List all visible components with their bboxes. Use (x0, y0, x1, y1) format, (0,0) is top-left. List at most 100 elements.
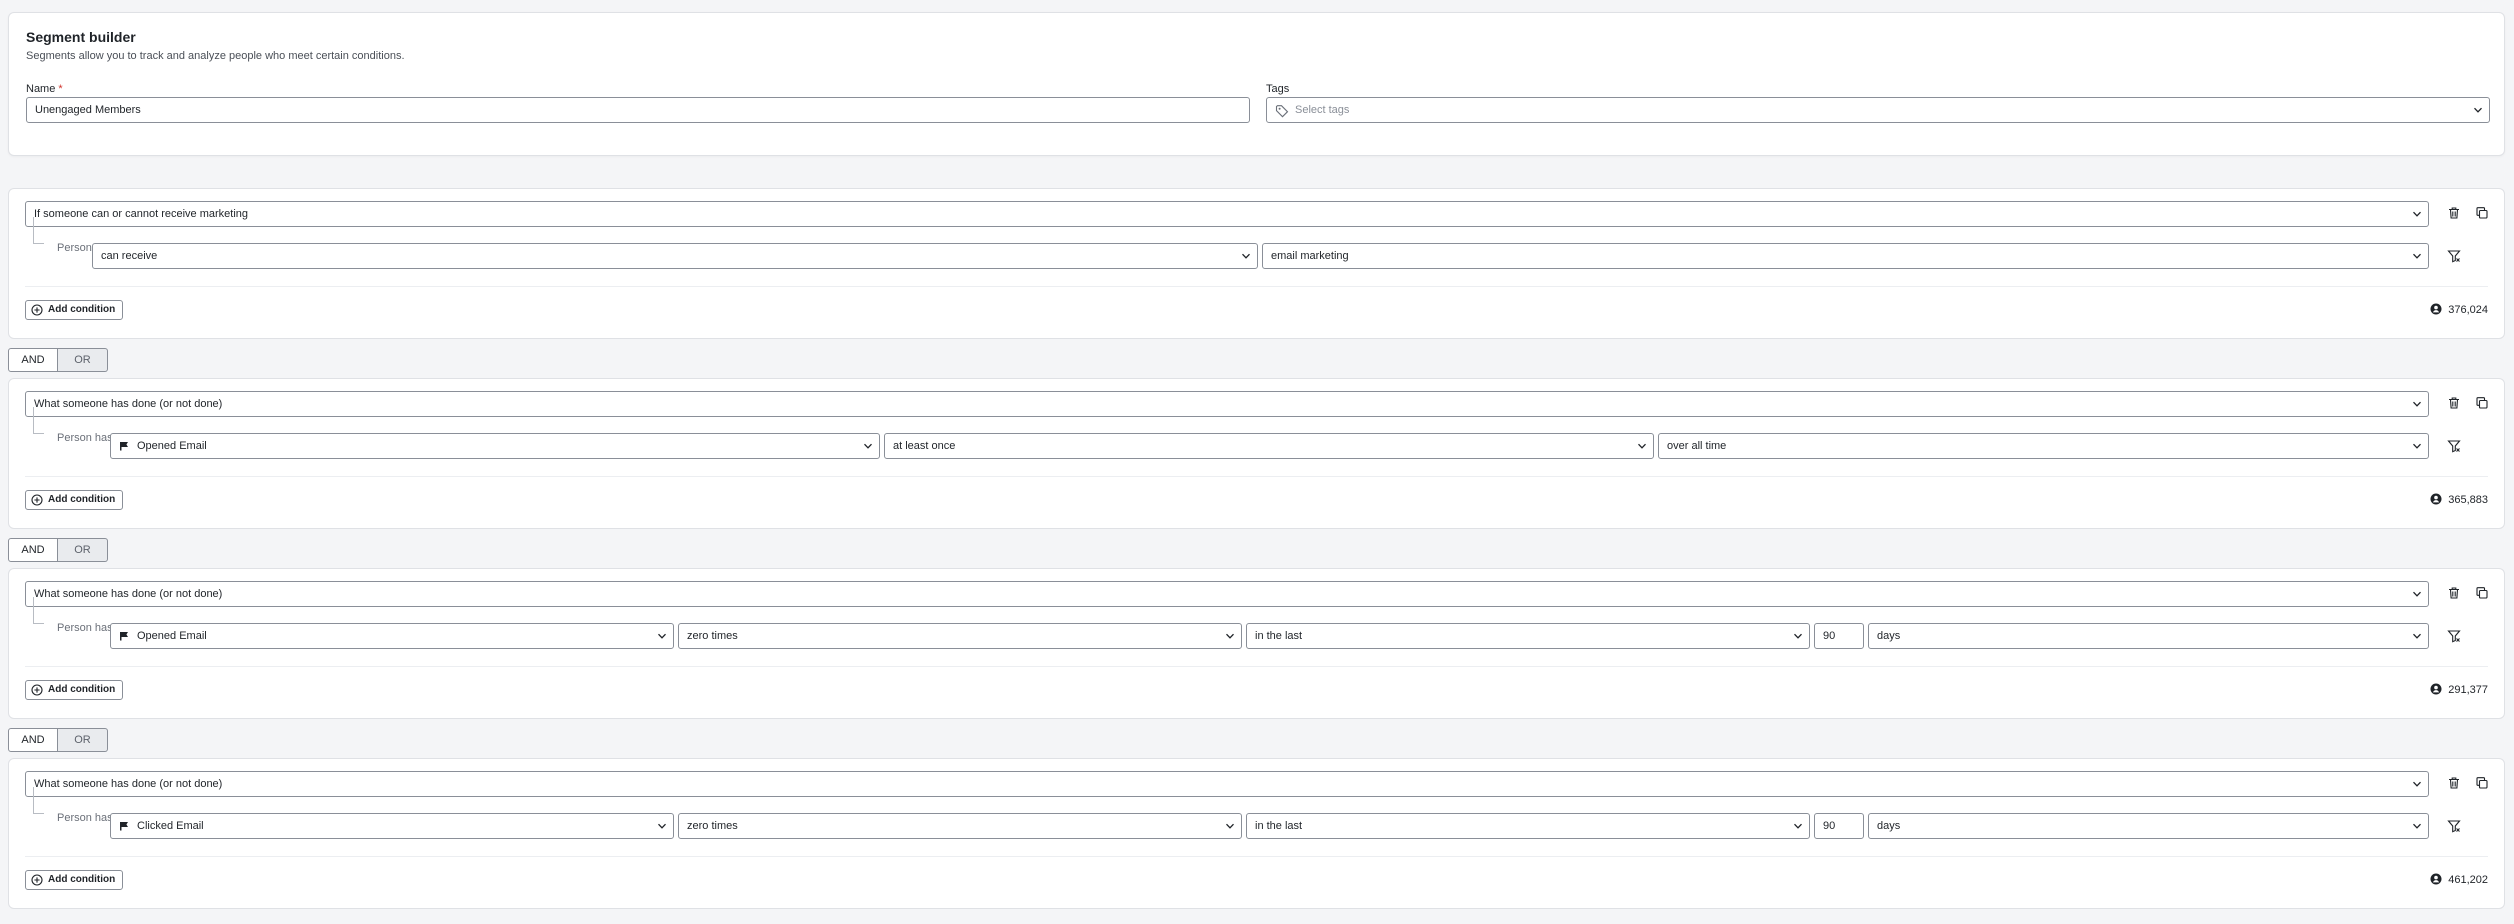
member-count: 461,202 (2430, 873, 2488, 886)
group-type-select[interactable]: What someone has done (or not done) (25, 581, 2429, 607)
divider (25, 286, 2488, 287)
row-label: Person has (57, 622, 113, 634)
and-button[interactable]: AND (8, 728, 58, 752)
chevron-down-icon (1793, 821, 1803, 831)
and-button[interactable]: AND (8, 538, 58, 562)
tree-connector (33, 217, 44, 244)
and-button[interactable]: AND (8, 348, 58, 372)
tree-connector (33, 787, 44, 814)
filter-icon[interactable] (2447, 819, 2461, 833)
filter-icon[interactable] (2447, 629, 2461, 643)
condition-group-1: If someone can or cannot receive marketi… (8, 188, 2505, 339)
chevron-down-icon (1793, 631, 1803, 641)
chevron-down-icon (1225, 821, 1235, 831)
tag-icon (1275, 104, 1289, 118)
row-label: Person has (57, 432, 113, 444)
tree-connector (33, 407, 44, 434)
trash-icon[interactable] (2447, 586, 2461, 600)
metric-select[interactable]: Clicked Email (110, 813, 674, 839)
timeframe-select[interactable]: in the last (1246, 813, 1810, 839)
and-or-toggle-3: AND OR (8, 728, 108, 752)
chevron-down-icon (1225, 631, 1235, 641)
condition-group-4: What someone has done (or not done) Pers… (8, 758, 2505, 909)
filter-icon[interactable] (2447, 439, 2461, 453)
plus-circle-icon (31, 304, 43, 316)
plus-circle-icon (31, 494, 43, 506)
chevron-down-icon (2412, 441, 2422, 451)
chevron-down-icon (2412, 631, 2422, 641)
person-icon (2430, 683, 2442, 695)
add-condition-button[interactable]: Add condition (25, 680, 124, 700)
metric-select[interactable]: Opened Email (110, 433, 880, 459)
trash-icon[interactable] (2447, 776, 2461, 790)
flag-icon (119, 821, 131, 831)
segment-header-card: Segment builder Segments allow you to tr… (8, 12, 2505, 156)
copy-icon[interactable] (2475, 776, 2489, 790)
required-mark: * (58, 83, 63, 95)
condition-group-3: What someone has done (or not done) Pers… (8, 568, 2505, 719)
chevron-down-icon (1241, 251, 1251, 261)
divider (25, 476, 2488, 477)
timeframe-select[interactable]: over all time (1658, 433, 2429, 459)
member-count: 291,377 (2430, 683, 2488, 696)
row-label: Person has (57, 812, 113, 824)
chevron-down-icon (2412, 821, 2422, 831)
duration-input[interactable]: 90 (1814, 813, 1864, 839)
copy-icon[interactable] (2475, 396, 2489, 410)
copy-icon[interactable] (2475, 586, 2489, 600)
chevron-down-icon (657, 821, 667, 831)
add-condition-button[interactable]: Add condition (25, 490, 124, 510)
divider (25, 666, 2488, 667)
tags-placeholder: Select tags (1295, 104, 1350, 116)
copy-icon[interactable] (2475, 206, 2489, 220)
tree-connector (33, 597, 44, 624)
chevron-down-icon (2412, 589, 2422, 599)
plus-circle-icon (31, 684, 43, 696)
page-title: Segment builder (26, 29, 136, 45)
flag-icon (119, 441, 131, 451)
metric-select[interactable]: Opened Email (110, 623, 674, 649)
trash-icon[interactable] (2447, 206, 2461, 220)
person-icon (2430, 493, 2442, 505)
group-type-select[interactable]: What someone has done (or not done) (25, 391, 2429, 417)
chevron-down-icon (2473, 105, 2483, 115)
duration-unit-select[interactable]: days (1868, 813, 2429, 839)
page-subtitle: Segments allow you to track and analyze … (26, 50, 405, 62)
frequency-select[interactable]: zero times (678, 813, 1242, 839)
frequency-select[interactable]: at least once (884, 433, 1654, 459)
chevron-down-icon (863, 441, 873, 451)
trash-icon[interactable] (2447, 396, 2461, 410)
marketing-status-select[interactable]: can receive (92, 243, 1258, 269)
chevron-down-icon (2412, 251, 2422, 261)
add-condition-button[interactable]: Add condition (25, 300, 124, 320)
chevron-down-icon (657, 631, 667, 641)
person-icon (2430, 873, 2442, 885)
and-or-toggle-2: AND OR (8, 538, 108, 562)
tags-select[interactable]: Select tags (1266, 97, 2490, 123)
member-count: 376,024 (2430, 303, 2488, 316)
group-type-select[interactable]: If someone can or cannot receive marketi… (25, 201, 2429, 227)
plus-circle-icon (31, 874, 43, 886)
duration-input[interactable]: 90 (1814, 623, 1864, 649)
flag-icon (119, 631, 131, 641)
member-count: 365,883 (2430, 493, 2488, 506)
name-label: Name * (26, 83, 63, 95)
add-condition-button[interactable]: Add condition (25, 870, 124, 890)
group-type-select[interactable]: What someone has done (or not done) (25, 771, 2429, 797)
condition-group-2: What someone has done (or not done) Pers… (8, 378, 2505, 529)
or-button[interactable]: OR (58, 538, 108, 562)
and-or-toggle-1: AND OR (8, 348, 108, 372)
or-button[interactable]: OR (58, 728, 108, 752)
frequency-select[interactable]: zero times (678, 623, 1242, 649)
chevron-down-icon (2412, 399, 2422, 409)
timeframe-select[interactable]: in the last (1246, 623, 1810, 649)
or-button[interactable]: OR (58, 348, 108, 372)
person-icon (2430, 303, 2442, 315)
chevron-down-icon (1637, 441, 1647, 451)
name-input[interactable]: Unengaged Members (26, 97, 1250, 123)
duration-unit-select[interactable]: days (1868, 623, 2429, 649)
filter-icon[interactable] (2447, 249, 2461, 263)
chevron-down-icon (2412, 779, 2422, 789)
marketing-channel-select[interactable]: email marketing (1262, 243, 2429, 269)
chevron-down-icon (2412, 209, 2422, 219)
